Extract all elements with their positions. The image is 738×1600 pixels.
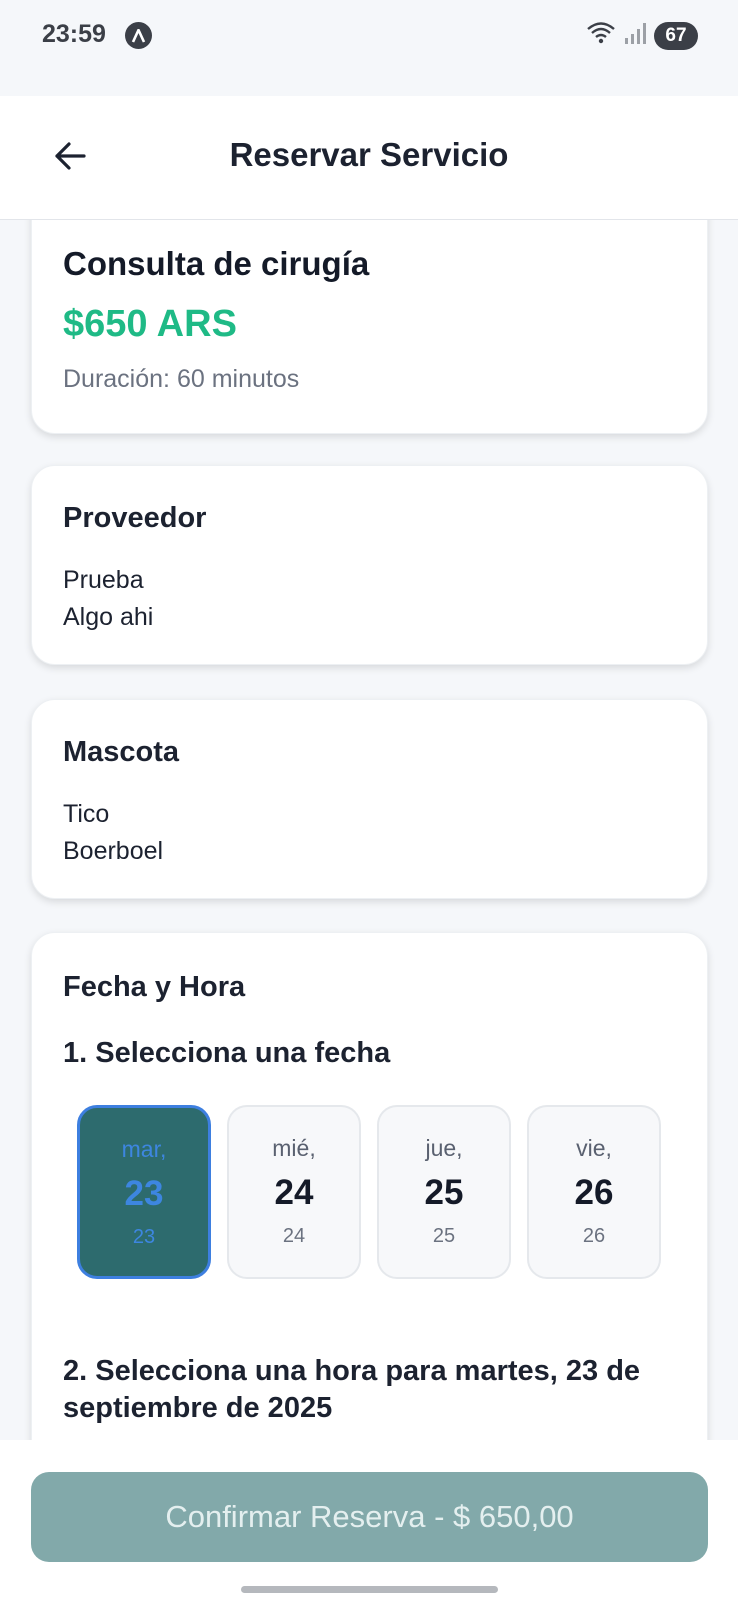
app-header: Reservar Servicio <box>0 96 738 220</box>
bottom-action-bar: Confirmar Reserva - $ 650,00 <box>0 1440 738 1600</box>
date-subnumber: 26 <box>582 1225 606 1247</box>
pet-name: Tico <box>63 800 110 828</box>
date-option-26[interactable]: vie, 26 26 <box>527 1105 661 1279</box>
provider-name: Prueba <box>63 566 144 594</box>
confirm-booking-button[interactable]: Confirmar Reserva - $ 650,00 <box>31 1472 708 1562</box>
service-card: Consulta de cirugía $650 ARS Duración: 6… <box>31 220 708 434</box>
date-picker: mar, 23 23 mié, 24 24 jue, 25 25 vie, 26… <box>77 1105 661 1279</box>
date-weekday: mié, <box>272 1135 316 1161</box>
datetime-heading: Fecha y Hora <box>63 971 246 1003</box>
date-weekday: mar, <box>121 1136 167 1162</box>
provider-detail: Algo ahi <box>63 603 154 631</box>
battery-icon: 67 <box>654 21 698 50</box>
status-time: 23:59 <box>42 20 106 48</box>
content-scroll-area[interactable]: Consulta de cirugía $650 ARS Duración: 6… <box>0 220 738 1440</box>
date-subnumber: 23 <box>132 1226 156 1248</box>
status-bar: 23:59 67 <box>0 0 738 96</box>
date-weekday: vie, <box>576 1135 612 1161</box>
wifi-icon <box>586 20 616 51</box>
date-number: 26 <box>574 1173 614 1212</box>
date-option-23[interactable]: mar, 23 23 <box>77 1105 211 1279</box>
date-weekday: jue, <box>425 1135 463 1161</box>
date-number: 23 <box>124 1174 164 1213</box>
page-title: Reservar Servicio <box>229 136 509 173</box>
service-title: Consulta de cirugía <box>63 245 370 282</box>
date-number: 24 <box>274 1173 314 1212</box>
date-subnumber: 24 <box>282 1225 306 1247</box>
service-price: $650 ARS <box>63 303 237 345</box>
provider-card: Proveedor Prueba Algo ahi <box>31 465 708 665</box>
pet-heading: Mascota <box>63 736 180 768</box>
select-time-label: 2. Selecciona una hora para martes, 23 d… <box>63 1355 641 1424</box>
status-icons: 67 <box>586 20 698 51</box>
date-option-24[interactable]: mié, 24 24 <box>227 1105 361 1279</box>
signal-icon <box>624 21 646 50</box>
date-number: 25 <box>424 1173 464 1212</box>
service-duration: Duración: 60 minutos <box>63 365 300 393</box>
datetime-card: Fecha y Hora 1. Selecciona una fecha mar… <box>31 932 708 1440</box>
select-date-label: 1. Selecciona una fecha <box>63 1037 391 1069</box>
date-option-25[interactable]: jue, 25 25 <box>377 1105 511 1279</box>
pet-breed: Boerboel <box>63 837 164 865</box>
a-circle-icon <box>125 22 152 49</box>
home-indicator[interactable] <box>241 1586 498 1593</box>
date-subnumber: 25 <box>432 1225 456 1247</box>
provider-heading: Proveedor <box>63 502 207 534</box>
pet-card: Mascota Tico Boerboel <box>31 699 708 899</box>
